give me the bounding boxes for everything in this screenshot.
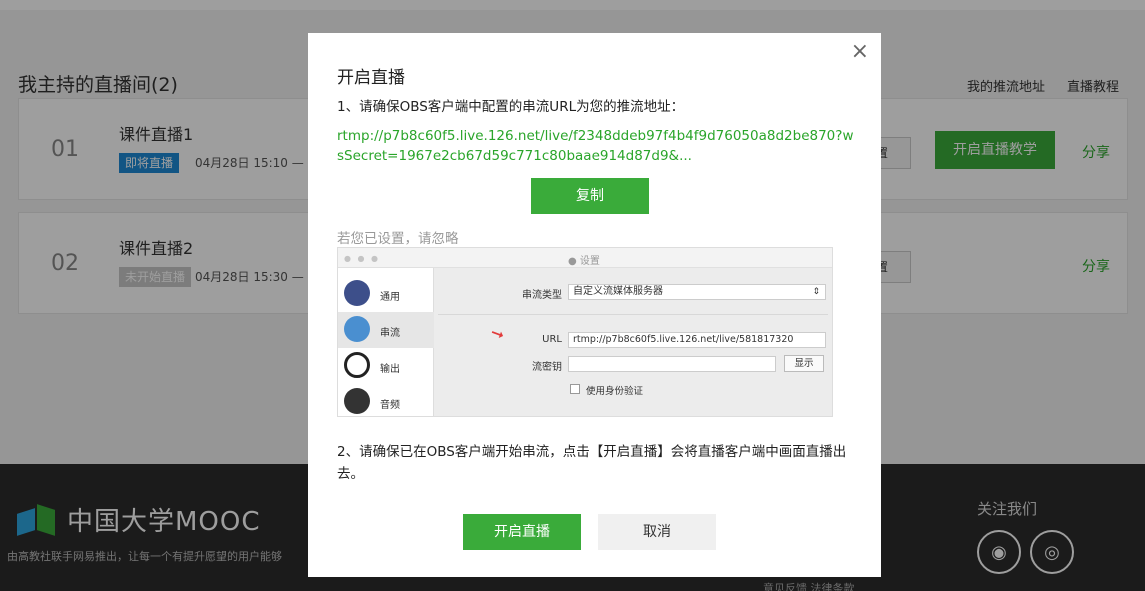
select-arrows-icon: ⇕ xyxy=(812,287,820,297)
output-icon xyxy=(344,352,370,378)
ignore-hint: 若您已设置，请忽略 xyxy=(337,231,459,247)
cancel-button[interactable]: 取消 xyxy=(598,514,716,550)
start-live-button[interactable]: 开启直播 xyxy=(463,514,581,550)
general-icon xyxy=(344,280,370,306)
obs-sidebar-item-output: 输出 xyxy=(338,348,434,384)
start-live-dialog: × 开启直播 1、请确保OBS客户端中配置的串流URL为您的推流地址： rtmp… xyxy=(308,33,881,577)
step2-text: 2、请确保已在OBS客户端开始串流，点击【开启直播】会将直播客户端中画面直播出去… xyxy=(337,444,847,482)
stream-type-select: 自定义流媒体服务器 ⇕ xyxy=(568,284,826,300)
obs-sidebar-item-audio: 音频 xyxy=(338,384,434,416)
obs-sidebar: 通用 串流 输出 音频 xyxy=(338,268,434,416)
url-label: URL xyxy=(542,334,562,345)
stream-type-label: 串流类型 xyxy=(522,290,562,301)
obs-window-title: ● 设置 xyxy=(568,256,600,267)
stream-icon xyxy=(344,316,370,342)
stream-key-field xyxy=(568,356,776,372)
dialog-title: 开启直播 xyxy=(337,68,405,88)
show-key-button: 显示 xyxy=(784,355,824,372)
obs-sidebar-item-general: 通用 xyxy=(338,276,434,312)
copy-button[interactable]: 复制 xyxy=(531,178,649,214)
window-controls-icon: ● ● ● xyxy=(344,254,381,263)
stream-key-label: 流密钥 xyxy=(532,362,562,373)
obs-url-field: rtmp://p7b8c60f5.live.126.net/live/58181… xyxy=(568,332,826,348)
obs-titlebar: ● ● ● ● 设置 xyxy=(338,248,832,268)
audio-icon xyxy=(344,388,370,414)
auth-checkbox xyxy=(570,384,580,394)
obs-divider xyxy=(438,314,828,315)
obs-settings-screenshot: ● ● ● ● 设置 通用 串流 输出 音频 串流类型 自定义流媒体服务器⇕ xyxy=(337,247,833,417)
close-icon[interactable]: × xyxy=(851,39,869,64)
step1-text: 1、请确保OBS客户端中配置的串流URL为您的推流地址： xyxy=(337,99,685,115)
red-arrow-icon: ➞ xyxy=(488,322,508,345)
push-url: rtmp://p7b8c60f5.live.126.net/live/f2348… xyxy=(337,128,854,164)
auth-checkbox-label: 使用身份验证 xyxy=(586,386,644,397)
obs-sidebar-item-stream: 串流 xyxy=(338,312,434,348)
